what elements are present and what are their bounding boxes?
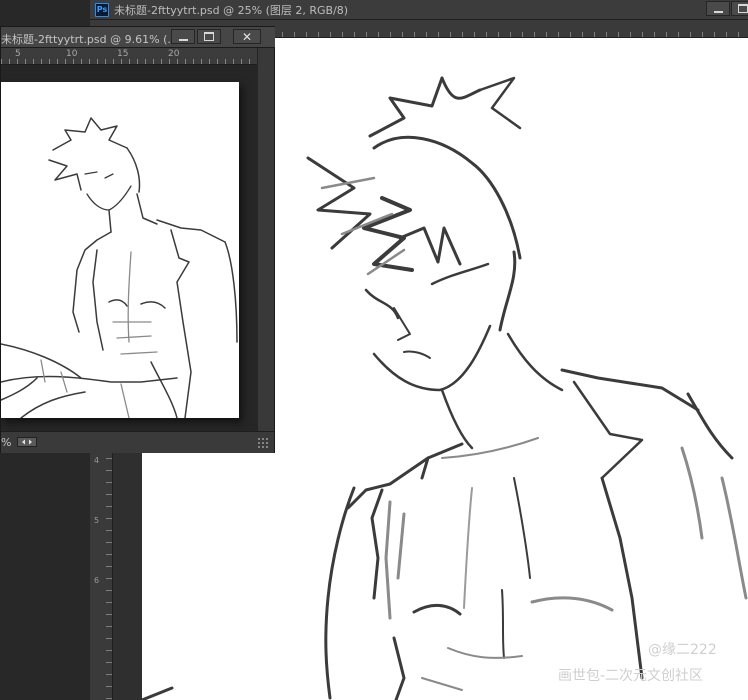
preview-sketch-drawing xyxy=(1,117,238,418)
preview-canvas[interactable] xyxy=(1,82,239,418)
ruler-label: 20 xyxy=(168,49,180,59)
preview-horizontal-ruler: 5 10 15 20 xyxy=(1,48,257,65)
preview-title: 未标题-2fttyytrt.psd @ 9.61% (... xyxy=(1,33,178,46)
preview-close-button[interactable]: ✕ xyxy=(233,29,261,44)
maximize-button[interactable] xyxy=(731,1,748,16)
status-arrow-icon xyxy=(22,439,32,445)
close-icon: ✕ xyxy=(241,29,253,44)
document-title: 未标题-2fttyytrt.psd @ 25% (图层 2, RGB/8) xyxy=(114,3,349,17)
ruler-label: 15 xyxy=(117,49,129,59)
ruler-label: 5 xyxy=(15,49,21,59)
ruler-label: 4 xyxy=(94,456,100,465)
preview-vertical-scrollbar[interactable] xyxy=(258,48,274,437)
photoshop-app-icon: Ps xyxy=(95,2,109,17)
minimize-icon xyxy=(713,10,723,13)
preview-minimize-button[interactable] xyxy=(171,29,195,44)
preview-maximize-button[interactable] xyxy=(197,29,221,44)
watermark-site: 画世包-二次元文创社区 xyxy=(558,668,704,684)
ruler-label: 10 xyxy=(66,49,78,59)
preview-document-window: 未标题-2fttyytrt.psd @ 9.61% (... ✕ 5 10 15… xyxy=(0,26,275,453)
preview-status-bar: % xyxy=(1,431,274,453)
minimize-button[interactable] xyxy=(706,1,730,16)
main-title-bar[interactable]: Ps 未标题-2fttyytrt.psd @ 25% (图层 2, RGB/8) xyxy=(90,0,748,20)
ruler-label: 5 xyxy=(94,516,100,525)
maximize-icon xyxy=(738,4,748,13)
minimize-icon xyxy=(178,38,188,41)
watermark-handle: @缘二222 xyxy=(648,642,717,658)
preview-title-bar[interactable]: 未标题-2fttyytrt.psd @ 9.61% (... ✕ xyxy=(1,27,275,48)
ruler-label: 6 xyxy=(94,576,100,585)
resize-grip-icon[interactable] xyxy=(257,437,269,449)
status-menu-button[interactable] xyxy=(17,437,37,447)
zoom-readout[interactable]: % xyxy=(1,436,11,449)
maximize-icon xyxy=(204,32,214,41)
